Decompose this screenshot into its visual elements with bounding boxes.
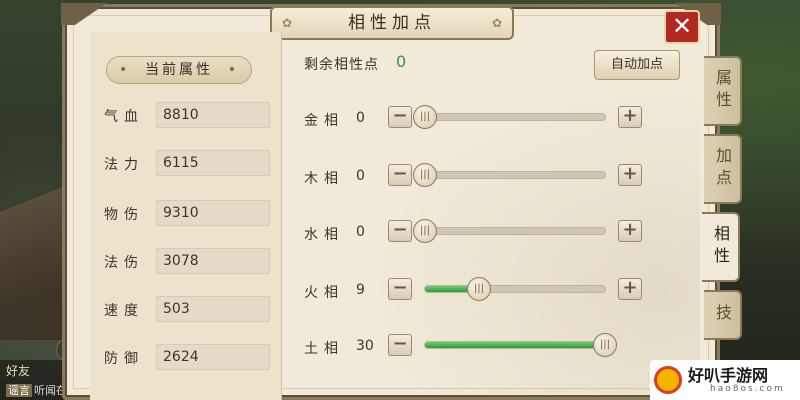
slider-knob[interactable]: ||| — [593, 333, 617, 357]
affinity-slider[interactable]: ||| — [413, 219, 606, 243]
affinity-slider[interactable]: ||| — [413, 105, 606, 129]
decrease-button[interactable]: − — [388, 278, 412, 300]
attr-value: 503 — [156, 296, 270, 322]
attr-label: 法力 — [104, 157, 144, 173]
attr-value: 9310 — [156, 200, 270, 226]
attr-row-mp: 法力 6115 — [104, 150, 272, 176]
tab-add-points[interactable]: 加点 — [704, 134, 742, 204]
decrease-button[interactable]: − — [388, 220, 412, 242]
attr-label: 防御 — [104, 351, 144, 367]
remaining-points-label: 剩余相性点 — [304, 57, 379, 73]
watermark-title: 好叭手游网 — [688, 366, 769, 385]
affinity-value: 0 — [356, 168, 365, 184]
affinity-row-metal: 金相 0 − ||| + — [286, 104, 700, 134]
increase-button[interactable]: + — [618, 278, 642, 300]
affinity-row-water: 水相 0 − ||| + — [286, 218, 700, 248]
attr-row-magic-dmg: 法伤 3078 — [104, 248, 272, 274]
affinity-slider[interactable]: ||| — [424, 333, 617, 357]
attr-value: 3078 — [156, 248, 270, 274]
increase-button[interactable]: + — [618, 164, 642, 186]
remaining-points-value: 0 — [396, 52, 407, 71]
affinity-label: 金相 — [304, 113, 344, 129]
affinity-value: 0 — [356, 224, 365, 240]
attr-row-hp: 气血 8810 — [104, 102, 272, 128]
affinity-label: 木相 — [304, 171, 344, 187]
affinity-value: 30 — [356, 338, 374, 354]
decrease-button[interactable]: − — [388, 334, 412, 356]
increase-button[interactable]: + — [618, 106, 642, 128]
current-attributes-panel: 当前属性 气血 8810 法力 6115 物伤 9310 法伤 3078 速度 … — [90, 32, 282, 400]
decrease-button[interactable]: − — [388, 106, 412, 128]
slider-knob[interactable]: ||| — [413, 219, 437, 243]
affinity-row-earth: 土相 30 − ||| — [286, 332, 700, 362]
attr-label: 法伤 — [104, 255, 144, 271]
attr-value: 2624 — [156, 344, 270, 370]
affinity-value: 9 — [356, 282, 365, 298]
affinity-row-wood: 木相 0 − ||| + — [286, 162, 700, 192]
decrease-button[interactable]: − — [388, 164, 412, 186]
tab-attributes[interactable]: 属性 — [704, 56, 742, 126]
tab-affinity[interactable]: 相性 — [702, 212, 740, 282]
increase-button[interactable]: + — [618, 220, 642, 242]
watermark-subtitle: hao8os.com — [710, 384, 785, 394]
attr-label: 气血 — [104, 109, 144, 125]
chat-channel: 谣言 听闻在 — [6, 382, 67, 398]
affinity-slider[interactable]: ||| — [424, 277, 606, 301]
slider-fill — [425, 342, 605, 348]
auto-allocate-button[interactable]: 自动加点 — [594, 50, 680, 80]
affinity-row-fire: 火相 9 − ||| + — [286, 276, 700, 306]
friends-label[interactable]: 好友 — [6, 362, 30, 379]
attr-label: 物伤 — [104, 207, 144, 223]
attr-value: 8810 — [156, 102, 270, 128]
tab-skills[interactable]: 技 — [704, 290, 742, 340]
attr-row-defense: 防御 2624 — [104, 344, 272, 370]
slider-knob[interactable]: ||| — [413, 163, 437, 187]
site-logo-icon — [654, 366, 682, 394]
affinity-label: 水相 — [304, 227, 344, 243]
attr-row-phys-dmg: 物伤 9310 — [104, 200, 272, 226]
current-attributes-header: 当前属性 — [106, 56, 252, 84]
attr-label: 速度 — [104, 303, 144, 319]
affinity-label: 火相 — [304, 285, 344, 301]
slider-knob[interactable]: ||| — [467, 277, 491, 301]
affinity-label: 土相 — [304, 341, 344, 357]
attr-row-speed: 速度 503 — [104, 296, 272, 322]
affinity-slider[interactable]: ||| — [413, 163, 606, 187]
slider-knob[interactable]: ||| — [413, 105, 437, 129]
corner-ornament — [61, 3, 107, 25]
site-watermark: 好叭手游网 hao8os.com — [650, 360, 800, 400]
chat-channel-tag: 谣言 — [6, 384, 32, 397]
affinity-value: 0 — [356, 110, 365, 126]
attr-value: 6115 — [156, 150, 270, 176]
affinity-allocation-area: 剩余相性点 0 自动加点 金相 0 − ||| + 木相 0 − ||| + 水… — [286, 32, 700, 400]
